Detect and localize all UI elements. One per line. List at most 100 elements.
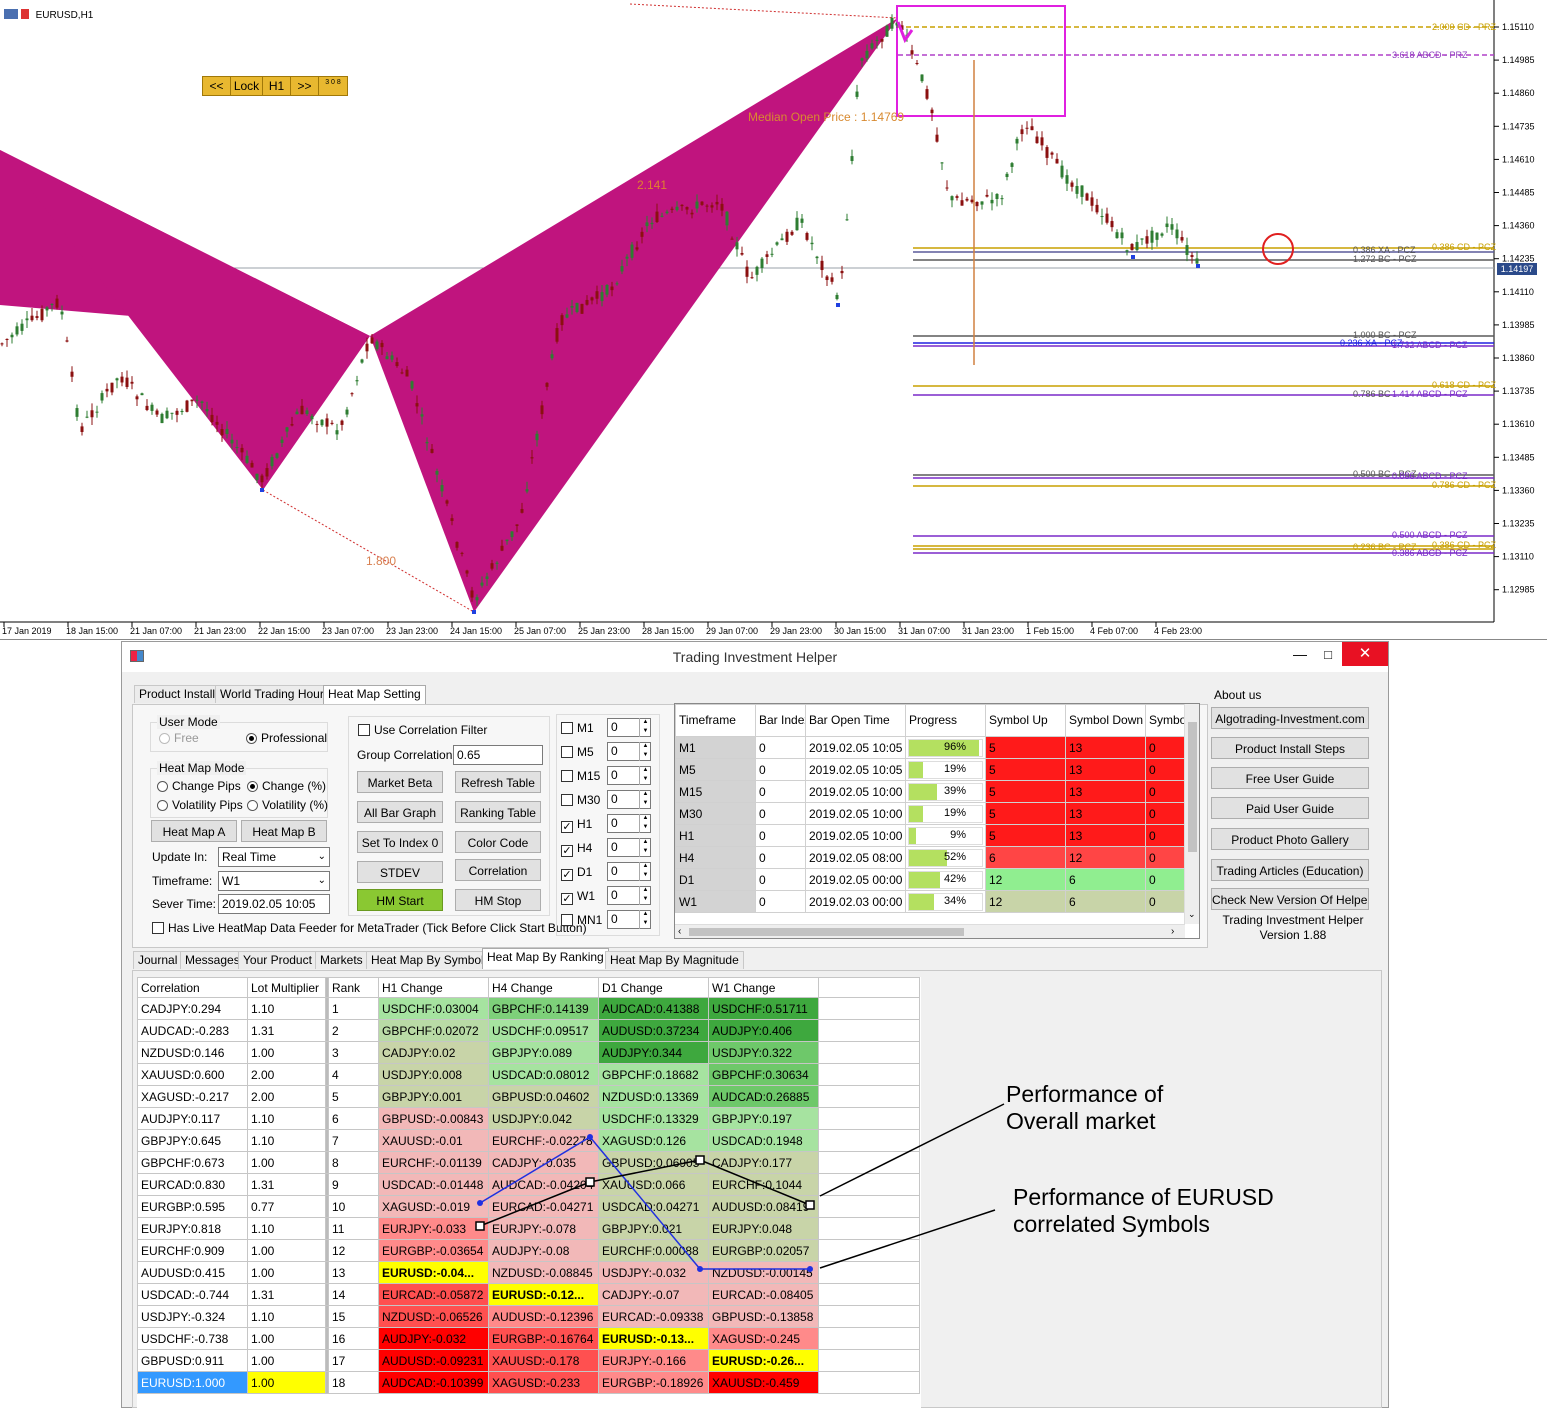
ranking-table-container[interactable]: Correlation Lot Multiplier Rank H1 Change H4…: [137, 977, 921, 1409]
use-correlation-filter-checkbox[interactable]: Use Correlation Filter: [358, 723, 487, 737]
tf-table-row[interactable]: W1 0 2019.02.03 00:00 34% 12 6 0: [675, 890, 1186, 913]
ranking-row[interactable]: USDCHF:-0.738 1.00 16 AUDJPY:-0.032 EURGBP:-…: [137, 1327, 920, 1350]
scrollbar-thumb[interactable]: [1188, 722, 1197, 852]
group-correlation-field[interactable]: 0.65: [453, 745, 543, 765]
about-button-5[interactable]: Trading Articles (Education): [1211, 859, 1369, 881]
ranking-row[interactable]: EURCAD:0.830 1.31 9 USDCAD:-0.01448 AUDCAD:-…: [137, 1173, 920, 1196]
lot-multiplier-cell[interactable]: 1.10: [247, 1217, 326, 1240]
mode-change-pips-radio[interactable]: Change Pips: [157, 779, 241, 793]
chart-canvas[interactable]: 1.15110 1.14985 1.14860 1.14735 1.14610 1.144…: [0, 0, 1547, 640]
lot-multiplier-cell[interactable]: 1.00: [247, 1371, 326, 1394]
lot-multiplier-cell[interactable]: 1.10: [247, 997, 326, 1020]
tab-heat-map-setting[interactable]: Heat Map Setting: [323, 685, 426, 706]
tf-table-row[interactable]: D1 0 2019.02.05 00:00 42% 12 6 0: [675, 868, 1186, 891]
tf-table-row[interactable]: M1 0 2019.02.05 10:05 96% 5 13 0: [675, 736, 1186, 759]
stepper-arrows-icon[interactable]: ▲ ▼: [639, 742, 651, 761]
lot-multiplier-cell[interactable]: 1.31: [247, 1173, 326, 1196]
tab-world-trading-hours[interactable]: World Trading Hours: [215, 685, 335, 703]
chevron-down-icon[interactable]: ⌄: [1188, 909, 1196, 920]
mode-vol-pct-radio[interactable]: Volatility (%): [247, 798, 328, 812]
stepper-arrows-icon[interactable]: ▲ ▼: [639, 766, 651, 785]
bottom-tab-3[interactable]: Markets: [315, 951, 368, 969]
horizontal-scrollbar[interactable]: ‹ ›: [675, 924, 1185, 938]
lot-multiplier-cell[interactable]: 1.00: [247, 1349, 326, 1372]
lot-multiplier-cell[interactable]: 1.31: [247, 1019, 326, 1042]
about-button-2[interactable]: Free User Guide: [1211, 767, 1369, 789]
vertical-scrollbar[interactable]: ⌄: [1184, 704, 1199, 924]
live-feeder-checkbox[interactable]: Has Live HeatMap Data Feeder for MetaTra…: [152, 921, 587, 935]
mode-change-pct-radio[interactable]: Change (%): [247, 779, 326, 793]
hm-stop-button[interactable]: HM Stop: [455, 889, 541, 911]
bottom-tab-0[interactable]: Journal: [133, 951, 183, 969]
ranking-row[interactable]: AUDUSD:0.415 1.00 13 EURUSD:-0.04... NZDUSD:…: [137, 1261, 920, 1284]
tf-check-d1[interactable]: ✓ D1: [561, 865, 592, 881]
timeframe-status-table[interactable]: Timeframe Bar Index Bar Open Time Progress S…: [674, 703, 1200, 939]
tf-table-row[interactable]: H1 0 2019.02.05 10:00 9% 5 13 0: [675, 824, 1186, 847]
ranking-row[interactable]: XAUUSD:0.600 2.00 4 USDJPY:0.008 USDCAD:0.08…: [137, 1063, 920, 1086]
ranking-row[interactable]: GBPJPY:0.645 1.10 7 XAUUSD:-0.01 EURCHF:-0.0…: [137, 1129, 920, 1152]
ranking-row[interactable]: XAGUSD:-0.217 2.00 5 GBPJPY:0.001 GBPUSD:0.0…: [137, 1085, 920, 1108]
chevron-left-icon[interactable]: ‹: [678, 926, 681, 937]
timeframe-button[interactable]: H1: [263, 77, 291, 95]
minimize-icon[interactable]: —: [1287, 646, 1313, 662]
color-code-button[interactable]: Color Code: [455, 831, 541, 853]
tf-check-w1[interactable]: ✓ W1: [561, 889, 595, 905]
market-beta-button[interactable]: Market Beta: [357, 771, 443, 793]
lot-multiplier-cell[interactable]: 1.10: [247, 1305, 326, 1328]
about-button-6[interactable]: Check New Version Of Helper: [1211, 888, 1369, 910]
set-to-index-button[interactable]: Set To Index 0: [357, 831, 443, 853]
lot-multiplier-cell[interactable]: 1.10: [247, 1129, 326, 1152]
close-icon[interactable]: ✕: [1342, 642, 1388, 666]
lot-multiplier-cell[interactable]: 1.31: [247, 1283, 326, 1306]
tf-check-m15[interactable]: M15: [561, 769, 600, 783]
mode-vol-pips-radio[interactable]: Volatility Pips: [157, 798, 243, 812]
refresh-table-button[interactable]: Refresh Table: [455, 771, 541, 793]
maximize-icon[interactable]: □: [1315, 647, 1341, 662]
chart-settings-button[interactable]: 3 0 8: [319, 77, 347, 95]
tf-check-h1[interactable]: ✓ H1: [561, 817, 592, 833]
ranking-row[interactable]: USDJPY:-0.324 1.10 15 NZDUSD:-0.06526 AUDUSD…: [137, 1305, 920, 1328]
lot-multiplier-cell[interactable]: 1.10: [247, 1107, 326, 1130]
tf-check-m1[interactable]: M1: [561, 721, 594, 735]
scroll-left-button[interactable]: <<: [203, 77, 231, 95]
lot-multiplier-cell[interactable]: 1.00: [247, 1239, 326, 1262]
ranking-row[interactable]: GBPCHF:0.673 1.00 8 EURCHF:-0.01139 CADJPY:-…: [137, 1151, 920, 1174]
tf-check-m5[interactable]: M5: [561, 745, 594, 759]
lock-button[interactable]: Lock: [231, 77, 263, 95]
ranking-row[interactable]: AUDJPY:0.117 1.10 6 GBPUSD:-0.00843 USDJPY:0…: [137, 1107, 920, 1130]
ranking-row[interactable]: EURCHF:0.909 1.00 12 EURGBP:-0.03654 AUDJPY:…: [137, 1239, 920, 1262]
stepper-arrows-icon[interactable]: ▲ ▼: [639, 814, 651, 833]
heat-map-a-button[interactable]: Heat Map A: [151, 820, 237, 842]
heat-map-b-button[interactable]: Heat Map B: [241, 820, 327, 842]
lot-multiplier-cell[interactable]: 1.00: [247, 1327, 326, 1350]
ranking-row[interactable]: EURGBP:0.595 0.77 10 XAGUSD:-0.019 EURCAD:-0…: [137, 1195, 920, 1218]
tf-table-row[interactable]: M5 0 2019.02.05 10:05 19% 5 13 0: [675, 758, 1186, 781]
user-mode-pro-radio[interactable]: Professional: [246, 731, 327, 745]
tf-table-row[interactable]: H4 0 2019.02.05 08:00 52% 6 12 0: [675, 846, 1186, 869]
about-button-0[interactable]: Algotrading-Investment.com: [1211, 707, 1369, 729]
scrollbar-thumb[interactable]: [689, 928, 964, 936]
ranking-row[interactable]: CADJPY:0.294 1.10 1 USDCHF:0.03004 GBPCHF:0.…: [137, 997, 920, 1020]
stdev-button[interactable]: STDEV: [357, 861, 443, 883]
tf-check-m30[interactable]: M30: [561, 793, 600, 807]
window-title-bar[interactable]: Trading Investment Helper — □ ✕: [122, 642, 1388, 672]
bottom-tab-6[interactable]: Heat Map By Magnitude: [605, 951, 744, 969]
stepper-arrows-icon[interactable]: ▲ ▼: [639, 910, 651, 929]
ranking-row[interactable]: EURUSD:1.000 1.00 18 AUDCAD:-0.10399 XAGUSD:…: [137, 1371, 920, 1394]
ranking-row[interactable]: GBPUSD:0.911 1.00 17 AUDUSD:-0.09231 XAUUSD:…: [137, 1349, 920, 1372]
about-button-3[interactable]: Paid User Guide: [1211, 797, 1369, 819]
lot-multiplier-cell[interactable]: 1.00: [247, 1151, 326, 1174]
lot-multiplier-cell[interactable]: 0.77: [247, 1195, 326, 1218]
about-button-1[interactable]: Product Install Steps: [1211, 737, 1369, 759]
tab-product-install[interactable]: Product Install: [134, 685, 221, 703]
server-time-field[interactable]: 2019.02.05 10:05: [218, 894, 330, 914]
tf-check-h4[interactable]: ✓ H4: [561, 841, 592, 857]
update-in-select[interactable]: Real Time ⌄: [218, 847, 330, 867]
stepper-arrows-icon[interactable]: ▲ ▼: [639, 862, 651, 881]
bottom-tab-5[interactable]: Heat Map By Ranking: [482, 948, 609, 969]
about-button-4[interactable]: Product Photo Gallery: [1211, 828, 1369, 850]
bottom-tab-2[interactable]: Your Product: [238, 951, 317, 969]
timeframe-select[interactable]: W1 ⌄: [218, 871, 330, 891]
tf-check-mn1[interactable]: MN1: [561, 913, 602, 927]
correlation-button[interactable]: Correlation: [455, 859, 541, 881]
